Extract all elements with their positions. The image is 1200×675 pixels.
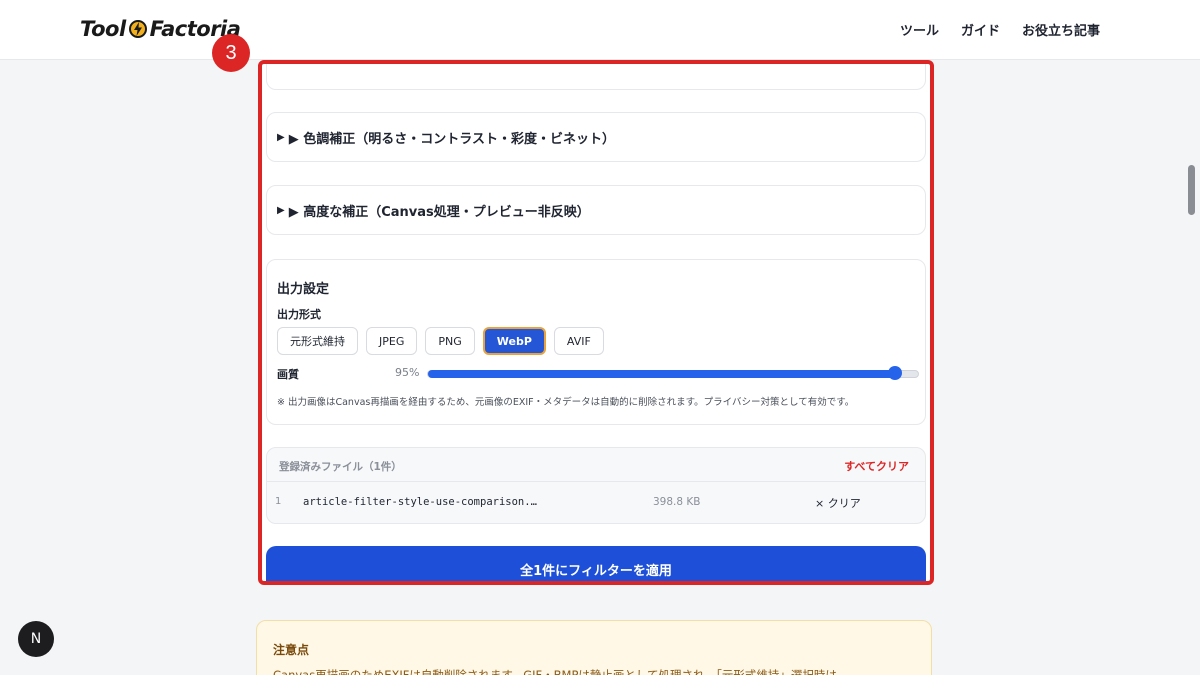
caret-right-icon: ▶ [277,131,285,143]
nav-tools[interactable]: ツール [900,20,939,39]
output-format-label: 出力形式 [277,308,321,321]
nav-articles[interactable]: お役立ち記事 [1022,20,1100,39]
output-settings: 出力設定 出力形式 元形式維持 JPEG PNG WebP AVIF 画質 95… [266,259,926,425]
previous-section-edge [266,64,926,90]
format-avif-button[interactable]: AVIF [553,327,604,355]
registered-files: 登録済みファイル（1件） すべてクリア 1 article-filter-sty… [266,447,926,524]
apply-filter-button[interactable]: 全1件にフィルターを適用 [266,546,926,581]
output-settings-title: 出力設定 [277,282,330,297]
format-jpeg-button[interactable]: JPEG [366,327,418,355]
accordion-label: ▶ 高度な補正（Canvas処理・プレビュー非反映） [288,204,590,220]
main-nav: ツール ガイド お役立ち記事 [900,20,1100,39]
quality-slider-fill [428,370,895,378]
site-header: Tool Factoria ツール ガイド お役立ち記事 [0,0,1200,60]
nav-guide[interactable]: ガイド [961,20,1000,39]
caution-box: 注意点 Canvas再描画のためEXIFは自動削除されます。GIF・BMPは静止… [256,620,932,675]
caution-text: Canvas再描画のためEXIFは自動削除されます。GIF・BMPは静止画として… [273,668,837,675]
files-header: 登録済みファイル（1件） すべてクリア [267,448,925,482]
clear-all-button[interactable]: すべてクリア [844,458,909,474]
accordion-label: ▶ 色調補正（明るさ・コントラスト・彩度・ビネット） [288,131,615,147]
dev-tools-button[interactable]: N [18,621,54,657]
quality-slider-handle[interactable] [888,366,902,380]
file-row: 1 article-filter-style-use-comparison.… … [267,482,925,523]
file-clear-button[interactable]: × クリア [815,495,861,511]
quality-label: 画質 [277,368,299,381]
step-badge: 3 [212,34,250,72]
logo-text-left: Tool [80,17,126,41]
accordion-color-correction[interactable]: ▶ ▶ 色調補正（明るさ・コントラスト・彩度・ビネット） [266,112,926,162]
exif-note: ※ 出力画像はCanvas再描画を経由するため、元画像のEXIF・メタデータは自… [277,397,855,408]
caret-right-icon: ▶ [277,204,285,216]
format-png-button[interactable]: PNG [425,327,475,355]
format-keep-original-button[interactable]: 元形式維持 [277,327,358,355]
file-name: article-filter-style-use-comparison.… [303,496,537,508]
quality-value: 95% [395,366,420,379]
page-scrollbar[interactable] [1188,165,1195,215]
quality-slider[interactable] [427,366,919,380]
files-title: 登録済みファイル（1件） [279,461,402,473]
filter-settings-panel: ▶ ▶ 色調補正（明るさ・コントラスト・彩度・ビネット） ▶ ▶ 高度な補正（C… [258,60,934,585]
file-size: 398.8 KB [653,496,701,508]
gear-bolt-icon [128,20,147,38]
file-index: 1 [275,496,282,507]
caution-title: 注意点 [273,643,310,657]
accordion-advanced-correction[interactable]: ▶ ▶ 高度な補正（Canvas処理・プレビュー非反映） [266,185,926,235]
format-webp-button[interactable]: WebP [482,327,546,355]
format-options: 元形式維持 JPEG PNG WebP AVIF [277,327,604,355]
